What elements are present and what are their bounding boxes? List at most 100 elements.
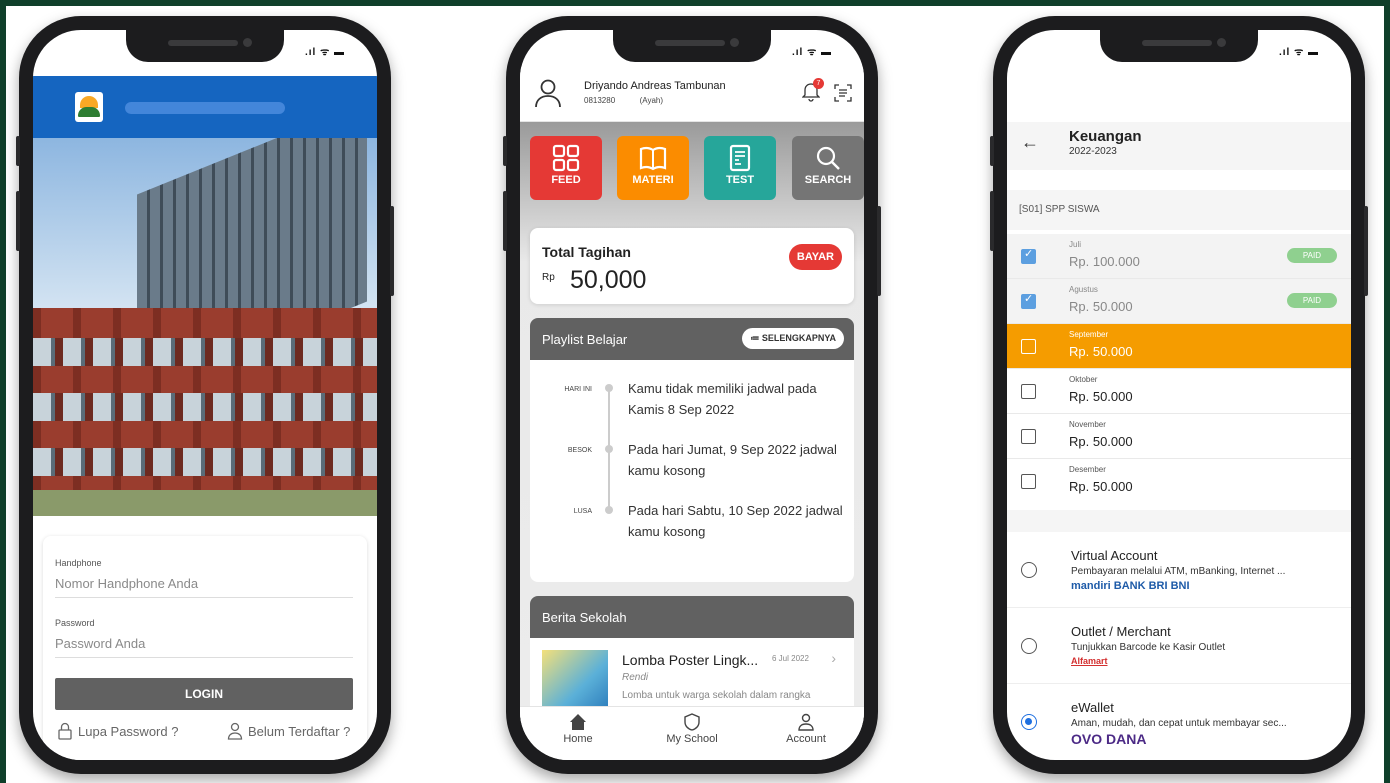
timeline-dot	[605, 384, 613, 392]
timeline-dot	[605, 445, 613, 453]
tile-materi[interactable]: MATERI	[617, 136, 689, 200]
home-icon	[570, 714, 586, 730]
status-bar: .ıl ᯤ ▬	[791, 47, 832, 58]
shield-icon	[684, 713, 700, 731]
grid-icon	[552, 144, 580, 172]
playlist-text: Pada hari Jumat, 9 Sep 2022 jadwal kamu …	[628, 442, 837, 478]
tile-materi-label: MATERI	[632, 174, 674, 186]
bill-row: Agustus Rp. 50.000 PAID	[1007, 279, 1351, 324]
phone-button	[16, 136, 20, 166]
phone-button	[1364, 206, 1368, 296]
forgot-password-link[interactable]: Lupa Password ?	[57, 722, 178, 740]
payment-method-desc: Pembayaran melalui ATM, mBanking, Intern…	[1071, 566, 1286, 577]
phone-dashboard: .ıl ᯤ ▬ Driyando Andreas Tambunan 081328…	[503, 16, 881, 774]
payment-method[interactable]: eWallet Aman, mudah, dan cepat untuk mem…	[1007, 684, 1351, 760]
password-label: Password	[55, 618, 95, 628]
phone-finance: .ıl ᯤ ▬ ← Keuangan 2022-2023 [S01] SPP S…	[990, 16, 1368, 774]
bill-checkbox[interactable]	[1021, 474, 1036, 489]
notch	[613, 30, 771, 62]
bill-value: Rp. 50.000	[1069, 434, 1133, 449]
pay-button[interactable]: BAYAR	[788, 244, 842, 270]
search-icon	[816, 146, 840, 170]
user-header: Driyando Andreas Tambunan 0813280 (Ayah)…	[520, 66, 864, 122]
screen: .ıl ᯤ ▬ Handphone Nomor Handphone Anda P…	[33, 30, 377, 760]
back-arrow-icon[interactable]: ←	[1021, 132, 1039, 153]
news-item-date: 6 Jul 2022	[772, 654, 809, 663]
bill-month: Desember	[1069, 465, 1106, 474]
register-link[interactable]: Belum Terdaftar ?	[227, 722, 350, 740]
bill-checkbox[interactable]	[1021, 339, 1036, 354]
payment-radio-selected[interactable]	[1021, 714, 1037, 730]
bill-row-selected[interactable]: September Rp. 50.000	[1007, 324, 1351, 369]
tile-search[interactable]: SEARCH	[792, 136, 864, 200]
bill-currency: Rp	[542, 272, 555, 283]
bill-checkbox[interactable]	[1021, 247, 1036, 264]
bill-amount: 50,000	[570, 266, 647, 294]
section-divider	[1007, 510, 1351, 532]
timeline-dot	[605, 506, 613, 514]
handphone-input[interactable]: Nomor Handphone Anda	[55, 576, 353, 598]
nav-account-label: Account	[786, 733, 826, 745]
nav-account[interactable]: Account	[756, 713, 856, 745]
user-phone: 0813280 (Ayah)	[584, 96, 663, 105]
academic-year: 2022-2023	[1069, 146, 1117, 157]
ewallet-logos: OVO DANA	[1071, 731, 1147, 747]
nav-my-school[interactable]: My School	[642, 713, 742, 745]
phone-button	[16, 191, 20, 251]
dashboard-body: FEED MATERI TEST SEARCH Total Tagihan Rp…	[520, 122, 864, 736]
scan-icon[interactable]	[834, 84, 852, 102]
payment-method[interactable]: Virtual Account Pembayaran melalui ATM, …	[1007, 532, 1351, 608]
news-item-title: Lomba Poster Lingk...	[622, 652, 759, 668]
blurred-school-name	[125, 102, 285, 114]
handphone-label: Handphone	[55, 558, 102, 568]
paid-badge: PAID	[1286, 293, 1337, 308]
register-label: Belum Terdaftar ?	[248, 723, 351, 739]
tile-test[interactable]: TEST	[704, 136, 776, 200]
tile-feed[interactable]: FEED	[530, 136, 602, 200]
payment-radio[interactable]	[1021, 562, 1037, 578]
phone-button	[877, 206, 881, 296]
status-bar: .ıl ᯤ ▬	[304, 47, 345, 58]
bill-checkbox[interactable]	[1021, 292, 1036, 309]
tile-feed-label: FEED	[551, 174, 581, 186]
tile-test-label: TEST	[725, 174, 755, 186]
payment-method[interactable]: Outlet / Merchant Tunjukkan Barcode ke K…	[1007, 608, 1351, 684]
bill-row[interactable]: Oktober Rp. 50.000	[1007, 369, 1351, 414]
app-header	[33, 76, 377, 138]
notification-badge: 7	[813, 78, 824, 89]
user-phone-number: 0813280	[584, 96, 616, 105]
total-bill-card: Total Tagihan Rp 50,000 BAYAR	[530, 228, 854, 304]
nav-home[interactable]: Home	[528, 713, 628, 745]
bill-checkbox[interactable]	[1021, 429, 1036, 444]
payment-radio[interactable]	[1021, 638, 1037, 654]
forgot-password-label: Lupa Password ?	[78, 723, 179, 739]
bill-value: Rp. 50.000	[1069, 479, 1133, 494]
status-bar: .ıl ᯤ ▬	[1278, 47, 1319, 58]
avatar-icon[interactable]	[534, 78, 562, 108]
payment-method-name: eWallet	[1071, 700, 1114, 715]
test-paper-icon	[729, 144, 751, 172]
see-more-button[interactable]: ≔ SELENGKAPNYA	[742, 328, 844, 349]
lock-icon	[58, 722, 72, 740]
nav-my-school-label: My School	[666, 733, 718, 745]
password-input[interactable]: Password Anda	[55, 636, 353, 658]
news-item-author: Rendi	[622, 672, 649, 683]
news-section-title: Berita Sekolah	[542, 610, 627, 625]
payment-method-desc: Tunjukkan Barcode ke Kasir Outlet	[1071, 642, 1226, 653]
outlet-logos: Alfamart	[1071, 656, 1108, 666]
payment-method-desc: Aman, mudah, dan cepat untuk membayar se…	[1071, 718, 1287, 729]
playlist-text: Kamu tidak memiliki jadwal pada Kamis 8 …	[628, 381, 817, 417]
phone-button	[390, 206, 394, 296]
bill-row[interactable]: November Rp. 50.000	[1007, 414, 1351, 459]
screen: .ıl ᯤ ▬ Driyando Andreas Tambunan 081328…	[520, 30, 864, 760]
user-role: (Ayah)	[639, 96, 664, 105]
chevron-right-icon: ›	[831, 650, 836, 666]
playlist-when: HARI INI	[564, 386, 592, 393]
login-button[interactable]: LOGIN	[55, 678, 353, 710]
playlist-card: Playlist Belajar ≔ SELENGKAPNYA HARI INI…	[530, 318, 854, 582]
bill-row[interactable]: Desember Rp. 50.000	[1007, 459, 1351, 504]
bank-logos: mandiri BANK BRI BNI	[1071, 580, 1190, 592]
bill-month: November	[1069, 420, 1106, 429]
bill-checkbox[interactable]	[1021, 384, 1036, 399]
playlist-when: BESOK	[567, 447, 592, 454]
